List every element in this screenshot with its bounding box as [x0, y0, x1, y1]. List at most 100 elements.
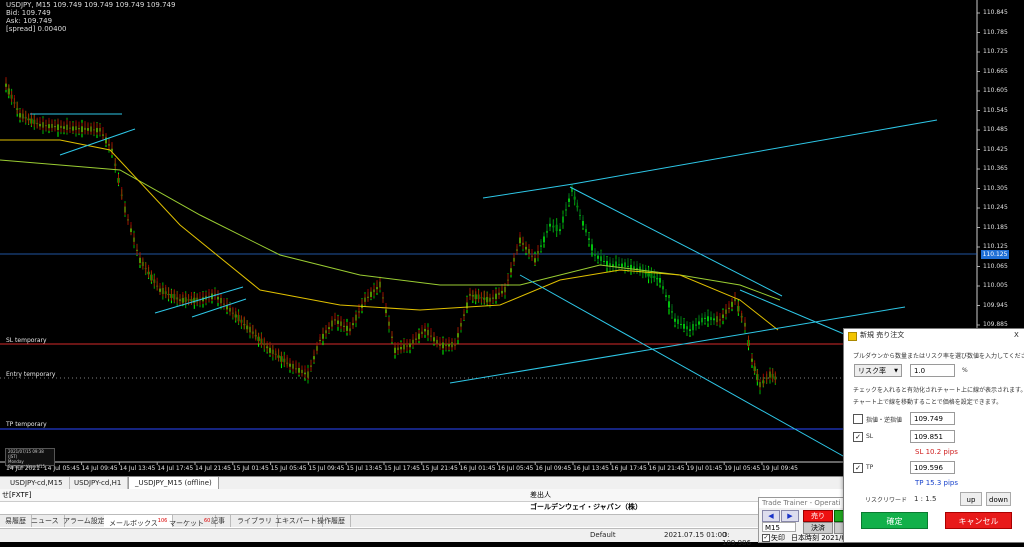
time-axis-label: 15 Jul 01:45 [232, 465, 269, 472]
time-axis-label: 15 Jul 13:45 [346, 465, 383, 472]
tab-mailbox-label: メールボックス [109, 519, 158, 528]
bid-line: Bid: 109.749 [6, 9, 51, 17]
price-axis-label: 110.425 [983, 145, 1008, 153]
price-axis-label: 110.785 [983, 28, 1008, 36]
mail-sender: ゴールデンウェイ・ジャパン（株） [530, 503, 642, 511]
status-bar: Default 2021.07.15 01:00 O: 109.986 [0, 528, 760, 547]
trend-line [569, 186, 783, 297]
entry-temporary-label: Entry temporary [6, 371, 56, 378]
trade-trainer-panel: Trade Trainer - Operati ◀ ▶ 売り M15 決済 ✓ … [758, 497, 848, 543]
price-axis-label: 110.305 [983, 184, 1008, 192]
note-line-2: チャート上で線を移動することで価格を設定できます。 [853, 399, 1003, 406]
dialog-titlebar: 新規 売り注文 X [844, 329, 1024, 342]
sell-button[interactable]: 売り [803, 510, 833, 522]
spread-line: [spread] 0.00400 [6, 25, 67, 33]
app-icon [848, 332, 857, 341]
dialog-description: プルダウンから数量またはリスク率を選び数値を入力してください。 [853, 353, 1024, 360]
close-icon[interactable]: X [1014, 329, 1019, 342]
trend-line [572, 119, 938, 185]
price-axis-label: 110.365 [983, 165, 1008, 172]
symbol-info: USDJPY, M15 109.749 109.749 109.749 109.… [6, 1, 175, 33]
cancel-button[interactable]: キャンセル [945, 512, 1012, 529]
tab-journal[interactable]: 操作履歴 [312, 515, 351, 527]
note-line-1: チェックを入れると有効化されチャート上に線が表示されます。 [853, 387, 1024, 394]
current-price-tag: 110.125 [981, 250, 1009, 259]
time-axis-label: 14 Jul 21:45 [195, 465, 231, 472]
terminal-tabs: 易履歴 ニュース アラーム設定 メールボックス106 マーケット60 記事 ライ… [0, 514, 760, 527]
risk-value-input[interactable]: 1.0 [910, 364, 955, 377]
ask-line: Ask: 109.749 [6, 17, 53, 25]
timeframe-select[interactable]: M15 [762, 522, 796, 532]
trend-line [482, 183, 574, 199]
price-axis-label: 110.725 [983, 48, 1008, 55]
trend-line [519, 274, 869, 471]
clock-mode: Summer time M15 [8, 464, 46, 469]
time-axis-label: 15 Jul 09:45 [308, 465, 345, 472]
prev-button[interactable]: ◀ [762, 510, 780, 522]
price-axis-label: 110.485 [983, 126, 1008, 133]
mode-select-value: リスク率 [858, 367, 886, 375]
time-axis-label: 14 Jul 17:45 [157, 465, 194, 472]
sl-pips: SL 10.2 pips [915, 448, 958, 456]
sl-label: SL [866, 433, 874, 440]
price-axis-label: 110.605 [983, 87, 1008, 94]
up-button[interactable]: up [960, 492, 982, 506]
mail-row[interactable]: ゴールデンウェイ・ジャパン（株） [0, 501, 760, 513]
time-axis-label: 16 Jul 17:45 [610, 465, 647, 472]
status-time: 2021.07.15 01:00 [664, 531, 727, 539]
time-axis-label: 16 Jul 21:45 [648, 465, 685, 472]
percent-label: % [962, 367, 968, 374]
time-axis-label: 19 Jul 05:45 [724, 465, 761, 472]
tab-mailbox[interactable]: メールボックス106 [104, 515, 174, 528]
price-axis-label: 110.545 [983, 106, 1008, 114]
next-button[interactable]: ▶ [781, 510, 799, 522]
tab-alerts[interactable]: アラーム設定 [58, 515, 111, 527]
chart-tab-m15[interactable]: USDJPY-cd,M15 [4, 477, 70, 489]
clock-date: 2021/07/15 09:38 (JST) [8, 449, 44, 459]
confirm-button[interactable]: 確定 [861, 512, 928, 529]
time-axis-label: 14 Jul 09:45 [81, 465, 118, 472]
time-axis-label: 16 Jul 01:45 [459, 465, 496, 472]
time-axis-label: 16 Jul 09:45 [535, 465, 572, 472]
tab-articles[interactable]: 記事 [206, 515, 231, 527]
time-axis-label: 15 Jul 05:45 [270, 465, 307, 472]
sl-temporary-label: SL temporary [6, 337, 47, 344]
time-axis-label: 16 Jul 13:45 [573, 465, 609, 472]
tp-pips: TP 15.3 pips [915, 479, 959, 487]
price-axis-label: 110.065 [983, 262, 1008, 270]
down-button[interactable]: down [986, 492, 1011, 506]
mode-select[interactable]: リスク率 ▼ [854, 364, 902, 377]
column-sender: 差出人 [530, 491, 551, 499]
tp-temporary-label: TP temporary [6, 421, 47, 428]
dialog-title: 新規 売り注文 [860, 331, 905, 339]
chevron-down-icon: ▼ [894, 368, 898, 374]
chart-tab-h1[interactable]: USDJPY-cd,H1 [68, 477, 129, 489]
symbol-line: USDJPY, M15 109.749 109.749 109.749 109.… [6, 1, 176, 9]
limit-label: 指値・逆指値 [866, 417, 903, 424]
time-axis-label: 19 Jul 01:45 [686, 465, 723, 472]
price-axis-label: 110.845 [983, 9, 1008, 16]
time-axis-label: 15 Jul 17:45 [384, 465, 420, 472]
tp-price-input[interactable]: 109.596 [910, 461, 955, 474]
sl-price-input[interactable]: 109.851 [910, 430, 955, 443]
trainer-title: Trade Trainer - Operati [759, 498, 847, 508]
ma-slow-line [0, 159, 781, 301]
new-sell-order-dialog: 新規 売り注文 X プルダウンから数量またはリスク率を選び数値を入力してください… [843, 328, 1024, 543]
time-axis-label: 19 Jul 09:45 [762, 465, 798, 472]
price-axis-label: 110.245 [983, 204, 1008, 211]
price-axis-label: 110.005 [983, 282, 1008, 289]
limit-price-input[interactable]: 109.749 [910, 412, 955, 425]
risk-reward-label: リスクリワード [865, 497, 908, 504]
tab-market-label: マーケット [169, 519, 204, 528]
limit-checkbox[interactable] [853, 414, 863, 424]
time-axis-label: 15 Jul 21:45 [421, 465, 458, 472]
arrow-label: 矢印 [771, 534, 785, 542]
price-axis-label: 109.945 [983, 301, 1008, 309]
clock-panel: 2021/07/15 09:38 (JST) Monday Summer tim… [5, 448, 55, 469]
sl-checkbox[interactable]: ✓ [853, 432, 863, 442]
tp-label: TP [866, 464, 874, 471]
tp-checkbox[interactable]: ✓ [853, 463, 863, 473]
trainer-time: 日本時刻 2021/0 [791, 534, 846, 542]
price-axis-label: 110.665 [983, 67, 1008, 75]
risk-reward-value: 1 : 1.5 [914, 495, 937, 503]
